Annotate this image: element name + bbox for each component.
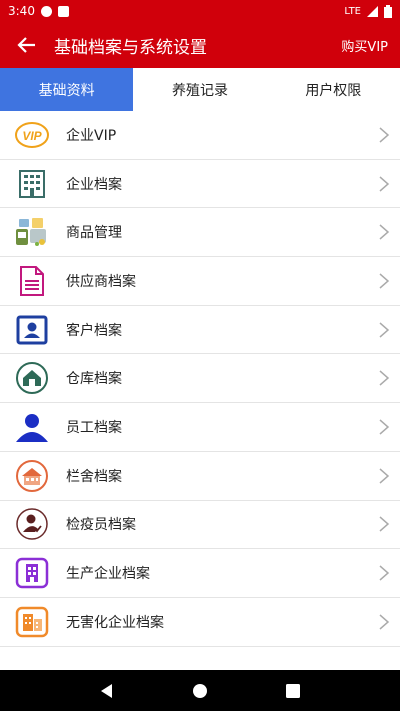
list-item-harmless-treatment[interactable]: 无害化企业档案	[0, 598, 400, 647]
nav-home-icon[interactable]	[191, 682, 209, 700]
plant-icon	[14, 604, 50, 640]
nav-back-icon[interactable]	[98, 682, 116, 700]
list-item-label: 栏舍档案	[66, 468, 122, 485]
list-item-label: 客户档案	[66, 322, 122, 339]
tab-basic-info[interactable]: 基础资料	[0, 68, 134, 111]
chevron-right-icon	[379, 224, 390, 240]
products-icon	[14, 214, 50, 250]
chevron-right-icon	[379, 614, 390, 630]
network-type: LTE	[344, 5, 361, 17]
tab-breeding-records[interactable]: 养殖记录	[133, 68, 266, 111]
chevron-right-icon	[379, 273, 390, 289]
building-icon	[14, 166, 50, 202]
buy-vip-button[interactable]: 购买VIP	[341, 36, 388, 55]
chevron-right-icon	[379, 419, 390, 435]
system-nav-bar	[0, 670, 400, 711]
list-item-enterprise-profile[interactable]: 企业档案	[0, 160, 400, 209]
warehouse-icon	[14, 360, 50, 396]
signal-icon	[367, 5, 378, 17]
list-item-label: 商品管理	[66, 225, 122, 242]
list-item-manufacturers[interactable]: 生产企业档案	[0, 549, 400, 598]
sd-card-icon	[57, 5, 69, 17]
list-item-label: 仓库档案	[66, 371, 122, 388]
list-item-warehouse[interactable]: 仓库档案	[0, 354, 400, 404]
barn-icon	[14, 458, 50, 494]
list-item-label: 企业档案	[66, 176, 122, 193]
list-item-barns[interactable]: 栏舍档案	[0, 452, 400, 501]
chevron-right-icon	[379, 175, 390, 192]
tab-bar: 基础资料 养殖记录 用户权限	[0, 68, 400, 111]
notification-icon	[40, 5, 52, 17]
nav-recents-icon[interactable]	[284, 682, 302, 700]
list-item-inspectors[interactable]: 检疫员档案	[0, 501, 400, 550]
battery-icon	[384, 4, 392, 18]
list-item-suppliers[interactable]: 供应商档案	[0, 257, 400, 306]
list-item-label: 生产企业档案	[66, 566, 150, 583]
page-title: 基础档案与系统设置	[54, 37, 207, 58]
list-item-label: 企业VIP	[66, 127, 117, 144]
list-item-enterprise-vip[interactable]: VIP 企业VIP	[0, 111, 400, 160]
chevron-right-icon	[379, 127, 390, 143]
tab-user-permissions[interactable]: 用户权限	[267, 68, 400, 111]
status-time: 3:40	[8, 4, 35, 18]
list-item-employees[interactable]: 员工档案	[0, 403, 400, 452]
chevron-right-icon	[379, 370, 390, 386]
list-item-label: 无害化企业档案	[66, 614, 164, 631]
app-bar: 基础档案与系统设置 购买VIP	[0, 22, 400, 68]
svg-text:VIP: VIP	[22, 129, 42, 143]
chevron-right-icon	[379, 565, 390, 581]
chevron-right-icon	[379, 468, 390, 484]
person-icon	[14, 409, 50, 445]
status-bar: 3:40 LTE	[0, 0, 400, 22]
settings-list: VIP 企业VIP 企业档案 商品管理 供应商档案 客户档案 仓库档案 员工档案…	[0, 111, 400, 647]
list-item-customers[interactable]: 客户档案	[0, 306, 400, 355]
arrow-left-icon	[17, 37, 35, 53]
chevron-right-icon	[379, 322, 390, 338]
inspector-icon	[14, 506, 50, 542]
list-item-label: 员工档案	[66, 419, 122, 436]
chevron-right-icon	[379, 516, 390, 532]
customer-card-icon	[14, 312, 50, 348]
list-item-label: 检疫员档案	[66, 517, 136, 534]
list-item-products[interactable]: 商品管理	[0, 208, 400, 258]
document-icon	[14, 263, 50, 299]
factory-icon	[14, 555, 50, 591]
back-button[interactable]	[0, 22, 54, 68]
list-item-label: 供应商档案	[66, 273, 136, 290]
vip-icon: VIP	[14, 117, 50, 153]
